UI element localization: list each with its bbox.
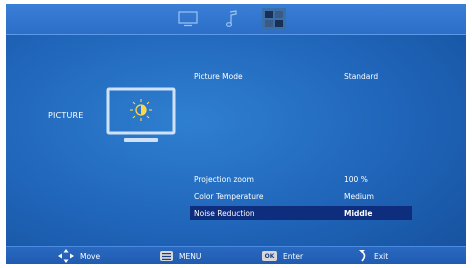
- tab-sound[interactable]: [220, 8, 244, 30]
- noise-reduction-label: Noise Reduction: [194, 208, 255, 218]
- menu-row-hidden: [190, 142, 412, 156]
- top-tab-bar: [6, 4, 466, 35]
- return-icon: [356, 249, 368, 263]
- color-temperature-label: Color Temperature: [194, 191, 264, 201]
- hint-move-label: Move: [80, 251, 101, 261]
- hint-exit-label: Exit: [374, 251, 389, 261]
- music-note-icon: [225, 10, 237, 27]
- monitor-icon: [178, 11, 198, 27]
- tab-setup[interactable]: [262, 8, 286, 30]
- menu-row-color-temperature[interactable]: Color Temperature Medium: [190, 189, 412, 203]
- ok-icon: OK: [262, 251, 277, 261]
- dpad-icon: [58, 249, 74, 263]
- projection-zoom-label: Projection zoom: [194, 174, 254, 184]
- ok-icon-text: OK: [262, 251, 277, 261]
- section-label: PICTURE: [48, 111, 84, 120]
- tab-picture[interactable]: [176, 8, 200, 30]
- hint-exit: Exit: [356, 247, 388, 264]
- menu-icon: [160, 251, 173, 261]
- menu-row-hidden: [190, 88, 412, 102]
- picture-mode-label: Picture Mode: [194, 71, 243, 81]
- hint-move: Move: [58, 247, 100, 264]
- menu-row-noise-reduction[interactable]: Noise Reduction Middle: [190, 206, 412, 220]
- hint-enter: OK Enter: [262, 247, 303, 264]
- menu-row-picture-mode[interactable]: Picture Mode Standard: [190, 69, 412, 83]
- hint-enter-label: Enter: [283, 251, 304, 261]
- picture-mode-value: Standard: [344, 71, 379, 81]
- menu-row-projection-zoom[interactable]: Projection zoom 100 %: [190, 172, 412, 186]
- projection-zoom-value: 100 %: [344, 174, 368, 184]
- hint-menu: MENU: [160, 247, 201, 264]
- hint-menu-label: MENU: [179, 251, 202, 261]
- picture-monitor-icon: [106, 87, 176, 143]
- osd-screen: PICTURE Picture Mode Standard Projection…: [6, 4, 466, 264]
- noise-reduction-value: Middle: [344, 208, 373, 218]
- color-temperature-value: Medium: [344, 191, 374, 201]
- grid-icon: [265, 11, 283, 27]
- menu-row-hidden: [190, 106, 412, 120]
- bottom-hint-bar: Move MENU OK Enter Exit: [6, 246, 466, 264]
- menu-row-hidden: [190, 124, 412, 138]
